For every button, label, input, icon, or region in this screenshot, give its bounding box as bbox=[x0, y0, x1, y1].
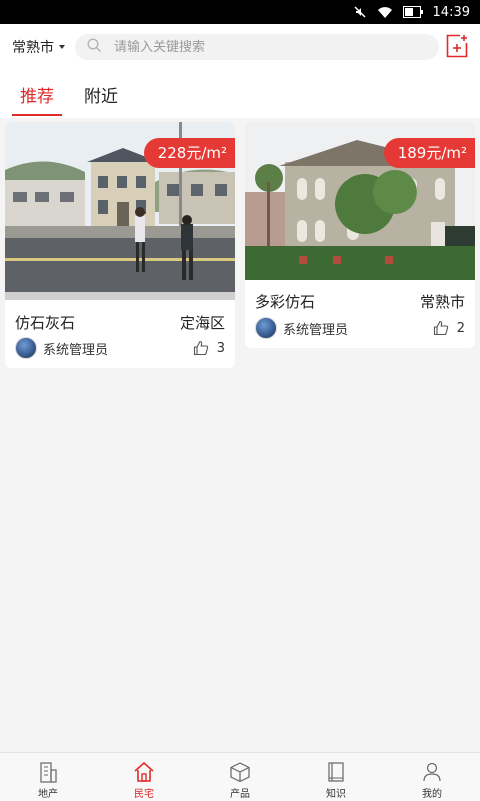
tab-bar: 推荐 附近 bbox=[0, 70, 480, 118]
nav-item-residence[interactable]: 民宅 bbox=[96, 753, 192, 801]
property-card[interactable]: 189元/m² 多彩仿石 常熟市 系统管理员 2 bbox=[245, 122, 475, 348]
home-icon bbox=[134, 761, 154, 782]
nav-item-real-estate[interactable]: 地产 bbox=[0, 753, 96, 801]
author-name: 系统管理员 bbox=[283, 322, 349, 338]
card-author[interactable]: 系统管理员 bbox=[15, 337, 108, 359]
status-time: 14:39 bbox=[432, 4, 470, 20]
like-button[interactable]: 3 bbox=[193, 340, 225, 356]
price-tag: 228元/m² bbox=[143, 138, 235, 168]
card-district: 定海区 bbox=[179, 314, 225, 332]
nav-item-mine[interactable]: 我的 bbox=[384, 753, 480, 801]
thumbs-up-icon bbox=[433, 320, 448, 336]
nav-label: 知识 bbox=[326, 789, 346, 800]
like-count: 2 bbox=[456, 320, 465, 336]
avatar bbox=[255, 317, 277, 339]
active-tab-indicator bbox=[12, 114, 62, 116]
add-square-icon bbox=[446, 34, 468, 58]
card-district: 常熟市 bbox=[419, 293, 465, 311]
like-count: 3 bbox=[216, 340, 225, 356]
wifi-icon bbox=[377, 5, 393, 19]
top-header: 常熟市 bbox=[0, 24, 480, 70]
user-icon bbox=[423, 762, 441, 782]
nav-label: 民宅 bbox=[134, 789, 154, 800]
card-title: 多彩仿石 bbox=[255, 293, 316, 311]
thumbs-up-icon bbox=[193, 340, 208, 356]
property-card[interactable]: 228元/m² 仿石灰石 定海区 系统管理员 3 bbox=[5, 122, 235, 368]
tab-nearby[interactable]: 附近 bbox=[84, 82, 118, 107]
nav-label: 我的 bbox=[422, 789, 442, 800]
city-selector[interactable]: 常熟市 bbox=[12, 37, 65, 57]
battery-icon bbox=[402, 6, 423, 18]
avatar bbox=[15, 337, 37, 359]
nav-label: 地产 bbox=[38, 789, 58, 800]
price-tag: 189元/m² bbox=[383, 138, 475, 168]
status-bar: 14:39 bbox=[0, 0, 480, 24]
card-title: 仿石灰石 bbox=[15, 314, 76, 332]
mute-icon bbox=[353, 5, 367, 19]
book-icon bbox=[328, 762, 344, 782]
search-icon bbox=[87, 37, 102, 57]
nav-item-products[interactable]: 产品 bbox=[192, 753, 288, 801]
bottom-nav: 地产 民宅 产品 知识 我的 bbox=[0, 752, 480, 801]
city-label: 常熟市 bbox=[12, 40, 54, 56]
building-icon bbox=[40, 762, 57, 783]
card-author[interactable]: 系统管理员 bbox=[255, 317, 348, 339]
search-input[interactable] bbox=[112, 38, 416, 56]
add-post-button[interactable] bbox=[446, 34, 468, 58]
nav-item-knowledge[interactable]: 知识 bbox=[288, 753, 384, 801]
nav-label: 产品 bbox=[230, 789, 250, 800]
like-button[interactable]: 2 bbox=[433, 320, 465, 336]
box-icon bbox=[230, 762, 250, 783]
chevron-down-icon bbox=[59, 45, 65, 49]
search-bar[interactable] bbox=[75, 34, 439, 60]
tab-recommend[interactable]: 推荐 bbox=[20, 82, 54, 107]
author-name: 系统管理员 bbox=[43, 342, 109, 358]
